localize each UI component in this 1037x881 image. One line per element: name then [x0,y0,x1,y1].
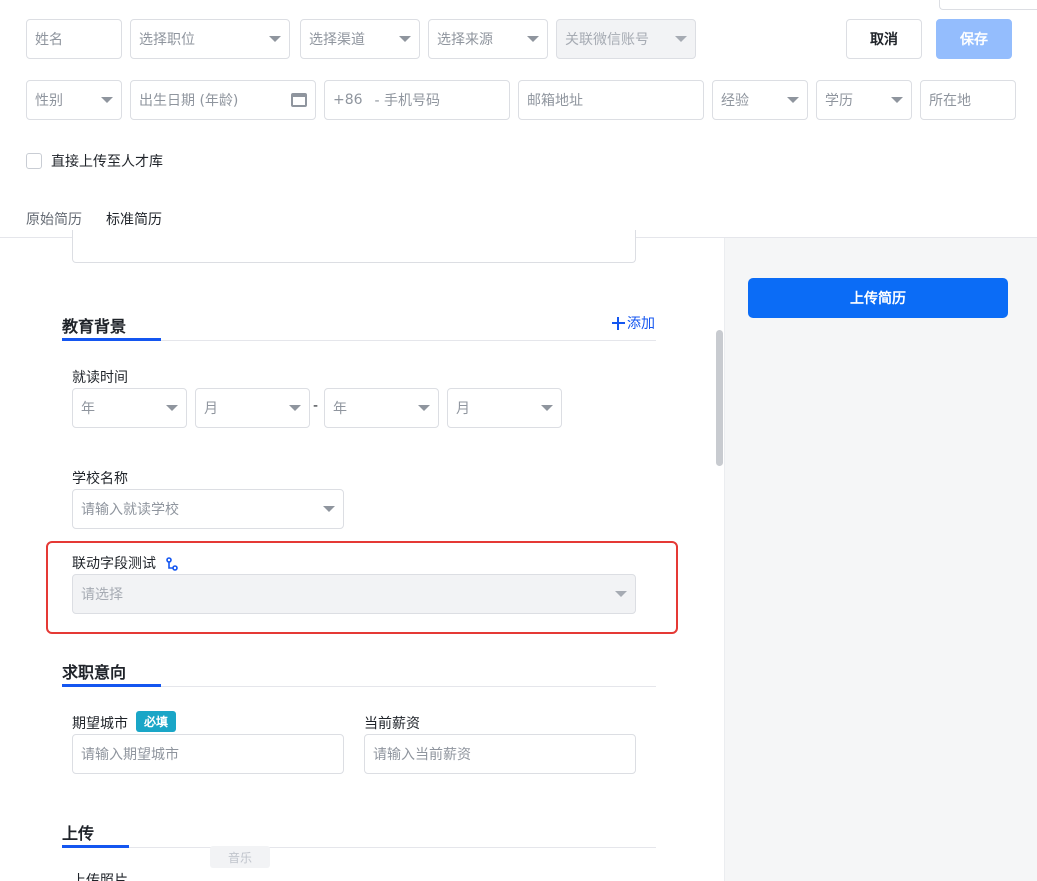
linked-field-select: 请选择 [72,574,636,614]
gender-select[interactable]: 性别 [26,80,122,120]
scrollbar-thumb[interactable] [716,330,723,466]
country-code[interactable]: +86 [333,92,363,108]
current-salary-label: 当前薪资 [364,716,420,732]
wechat-account-select: 关联微信账号 [556,19,696,59]
education-level-select[interactable]: 学历 [816,80,912,120]
required-badge: 必填 [136,711,177,732]
upload-resume-button[interactable]: 上传简历 [748,278,1008,318]
chevron-down-icon [418,405,430,411]
start-month-select[interactable]: 月 [195,388,310,428]
chevron-down-icon [323,506,335,512]
section-title-upload: 上传 [62,824,95,843]
cancel-button[interactable]: 取消 [846,19,922,59]
source-select[interactable]: 选择来源 [428,19,548,59]
school-name-label: 学校名称 [72,471,128,487]
tab-original-resume[interactable]: 原始简历 [26,209,82,229]
plus-icon [612,316,625,330]
section-title-bar [62,338,161,341]
channel-select[interactable]: 选择渠道 [300,19,420,59]
experience-select[interactable]: 经验 [712,80,808,120]
add-education-button[interactable]: 添加 [612,313,655,333]
birth-date-picker[interactable]: 出生日期 (年龄) [130,80,316,120]
date-range-separator: - [313,398,319,414]
save-button[interactable]: 保存 [936,19,1012,59]
upload-to-pool-label[interactable]: 直接上传至人才库 [51,151,163,171]
top-popover-edge [939,0,1037,10]
expected-city-input[interactable]: 请输入期望城市 [72,734,344,774]
linked-field-label: 联动字段测试 [72,553,179,573]
end-month-select[interactable]: 月 [447,388,562,428]
section-divider [62,847,656,848]
section-title-bar [62,684,161,687]
calendar-icon [291,93,307,107]
right-panel [724,238,1037,881]
location-input[interactable]: 所在地 [920,80,1016,120]
chevron-down-icon [541,405,553,411]
upload-photo-label: 上传照片 [72,873,128,881]
chevron-down-icon [101,97,113,103]
chevron-down-icon [399,36,411,42]
chevron-down-icon [289,405,301,411]
section-title-education: 教育背景 [62,317,127,336]
phone-input[interactable]: +86 - 手机号码 [324,80,510,120]
linkage-icon [166,557,179,571]
ghost-tooltip: 音乐 [210,846,270,868]
chevron-down-icon [615,591,627,597]
upload-to-pool-checkbox[interactable] [26,153,42,169]
name-input[interactable]: 姓名 [26,19,122,59]
start-year-select[interactable]: 年 [72,388,187,428]
end-year-select[interactable]: 年 [324,388,439,428]
expected-city-label: 期望城市 [72,716,128,732]
school-name-select[interactable]: 请输入就读学校 [72,489,344,529]
chevron-down-icon [166,405,178,411]
tab-standard-resume[interactable]: 标准简历 [106,209,162,229]
current-salary-input[interactable]: 请输入当前薪资 [364,734,636,774]
previous-field-input[interactable] [72,230,636,263]
chevron-down-icon [269,36,281,42]
study-period-label: 就读时间 [72,370,128,386]
chevron-down-icon [675,36,687,42]
section-title-bar [62,845,129,848]
chevron-down-icon [891,97,903,103]
resume-editor-page: 姓名 选择职位 选择渠道 选择来源 关联微信账号 取消 保存 性别 出生日期 (… [0,0,1037,881]
chevron-down-icon [527,36,539,42]
chevron-down-icon [787,97,799,103]
position-select[interactable]: 选择职位 [130,19,290,59]
section-title-job-intent: 求职意向 [62,663,127,682]
email-input[interactable]: 邮箱地址 [518,80,704,120]
